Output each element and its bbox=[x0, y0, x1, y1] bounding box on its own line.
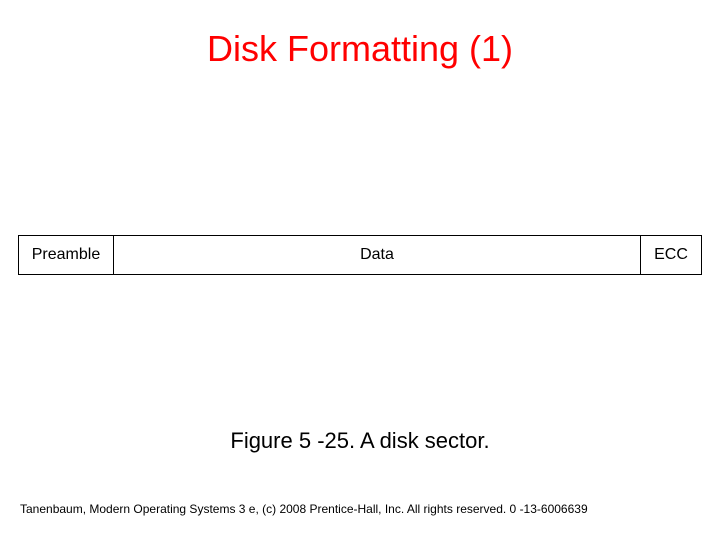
sector-cell-preamble: Preamble bbox=[19, 236, 114, 274]
sector-cell-ecc: ECC bbox=[641, 236, 701, 274]
copyright-footer: Tanenbaum, Modern Operating Systems 3 e,… bbox=[20, 502, 588, 516]
sector-cell-data: Data bbox=[114, 236, 641, 274]
figure-caption: Figure 5 -25. A disk sector. bbox=[0, 428, 720, 454]
page-title: Disk Formatting (1) bbox=[0, 0, 720, 70]
disk-sector-diagram: Preamble Data ECC bbox=[18, 235, 702, 275]
